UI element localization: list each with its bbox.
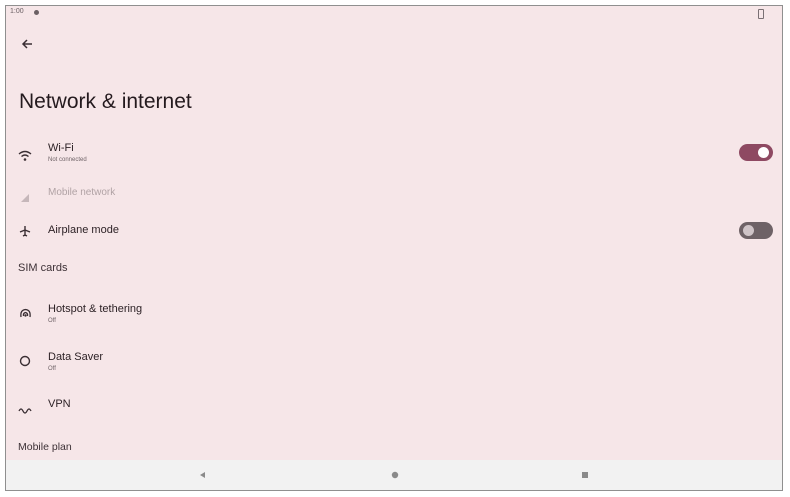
notification-dot-icon xyxy=(34,10,39,15)
data-saver-status: Off xyxy=(48,366,56,372)
nav-back-icon xyxy=(200,472,205,478)
battery-icon xyxy=(758,9,764,19)
airplane-icon xyxy=(17,223,33,239)
mobile-plan-link[interactable]: Mobile plan xyxy=(18,441,72,453)
wifi-toggle[interactable] xyxy=(739,144,773,161)
data-saver-icon xyxy=(17,353,33,369)
airplane-mode-row[interactable]: Airplane mode xyxy=(6,212,782,252)
vpn-row[interactable]: VPN xyxy=(6,388,782,428)
airplane-mode-title: Airplane mode xyxy=(48,224,119,236)
data-saver-row[interactable]: Data Saver Off xyxy=(6,340,782,380)
screen-frame: 1:00 Network & internet Wi-Fi Not connec… xyxy=(5,5,783,491)
nav-back-button[interactable] xyxy=(196,469,208,481)
back-button[interactable] xyxy=(16,33,38,55)
toggle-knob xyxy=(758,147,769,158)
navigation-bar xyxy=(6,460,782,490)
page-title: Network & internet xyxy=(19,90,192,113)
signal-icon xyxy=(17,190,33,206)
nav-recents-icon xyxy=(582,472,588,478)
vpn-title: VPN xyxy=(48,398,71,410)
airplane-mode-toggle[interactable] xyxy=(739,222,773,239)
wifi-title: Wi-Fi xyxy=(48,142,74,154)
nav-recents-button[interactable] xyxy=(579,469,591,481)
back-arrow-icon xyxy=(21,39,32,49)
wifi-row[interactable]: Wi-Fi Not connected xyxy=(6,136,782,176)
sim-cards-link[interactable]: SIM cards xyxy=(18,262,68,274)
data-saver-title: Data Saver xyxy=(48,351,104,363)
wifi-icon xyxy=(17,148,33,164)
status-time: 1:00 xyxy=(10,8,24,15)
hotspot-icon xyxy=(17,305,33,321)
wifi-status: Not connected xyxy=(48,157,87,163)
status-bar: 1:00 xyxy=(6,6,782,22)
nav-home-button[interactable] xyxy=(389,469,401,481)
nav-home-icon xyxy=(391,471,399,479)
vpn-icon xyxy=(17,401,33,417)
hotspot-row[interactable]: Hotspot & tethering Off xyxy=(6,292,782,332)
hotspot-status: Off xyxy=(48,318,56,324)
mobile-network-title: Mobile network xyxy=(48,187,116,198)
hotspot-title: Hotspot & tethering xyxy=(48,303,143,315)
toggle-knob xyxy=(743,225,754,236)
